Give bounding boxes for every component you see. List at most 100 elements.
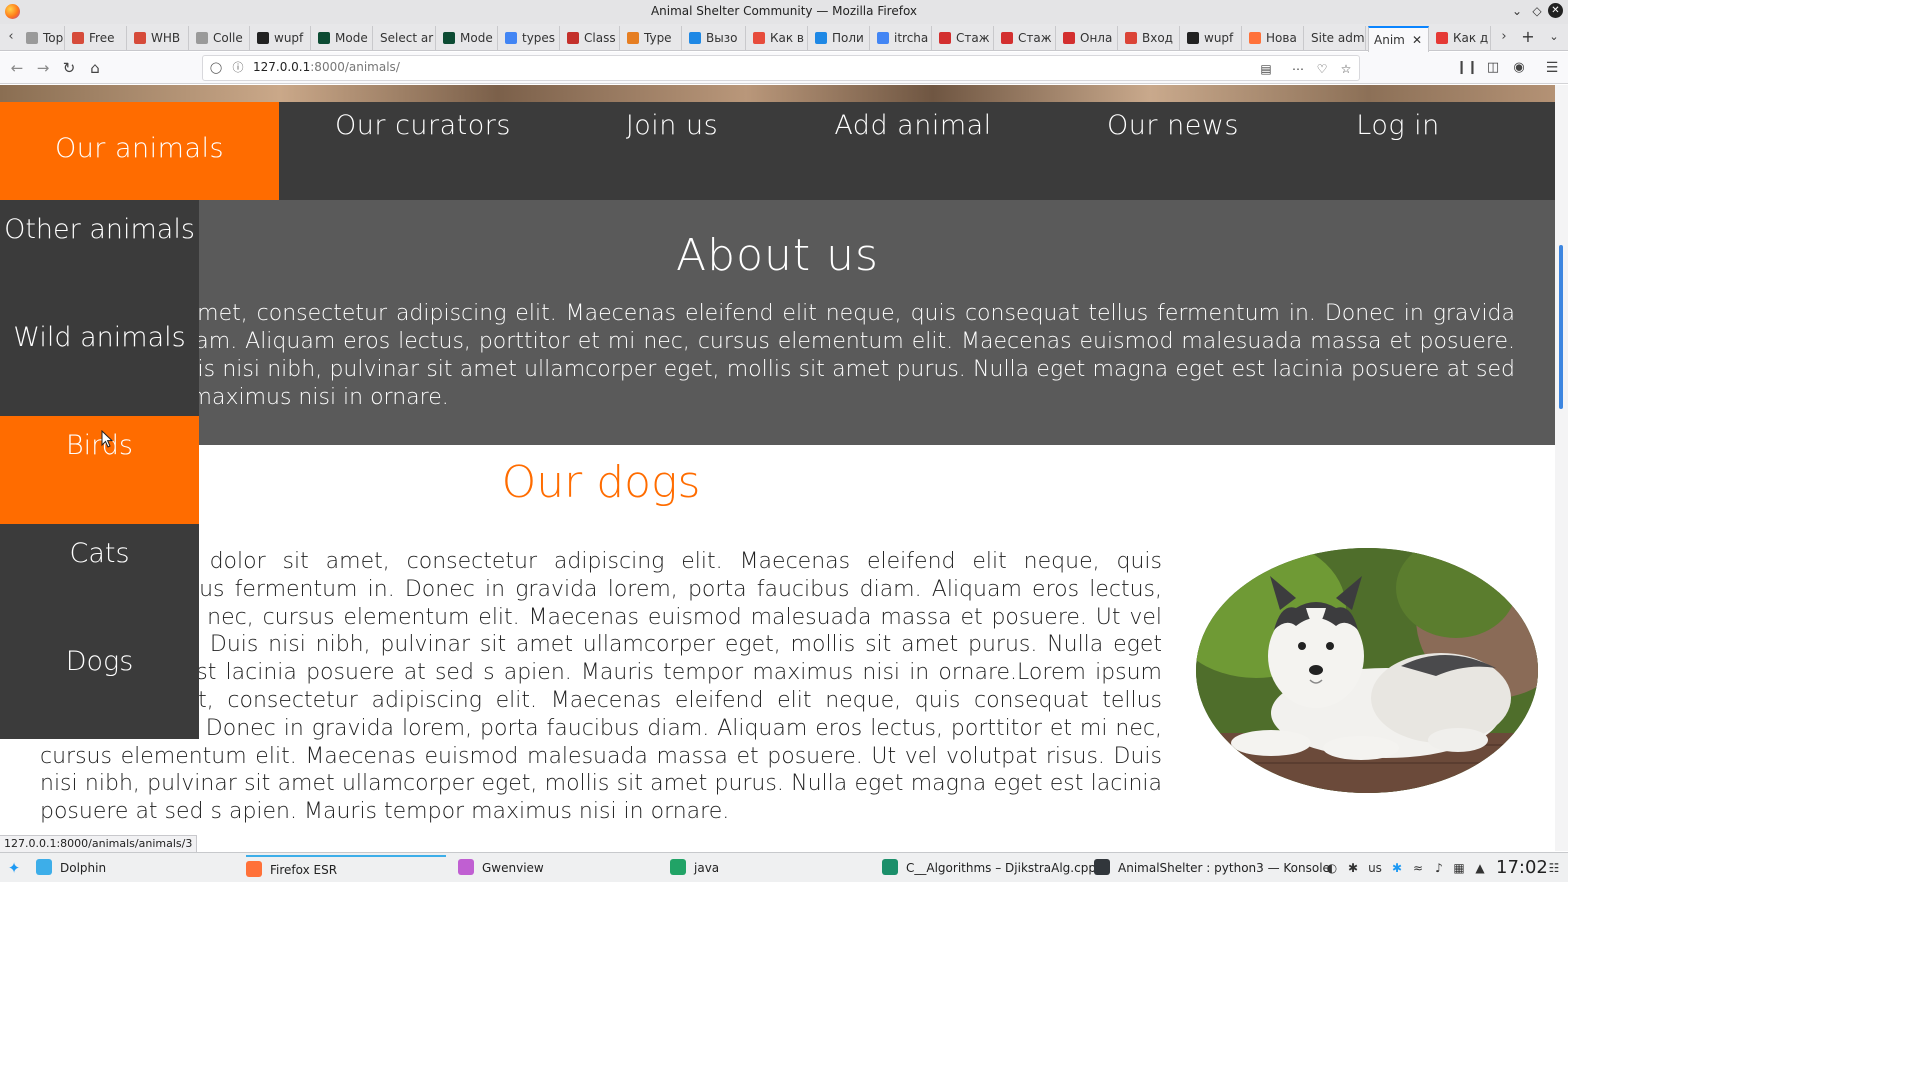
clipboard-tray-icon[interactable]: ▦ xyxy=(1452,859,1466,877)
show-desktop-icon[interactable]: ☷ xyxy=(1546,859,1562,877)
dropdown-item-wild-animals[interactable]: Wild animals xyxy=(0,308,199,416)
nav-log-in[interactable]: Log in xyxy=(1318,102,1478,200)
tab[interactable]: Free xyxy=(67,26,127,50)
nav-our-news-label: Our news xyxy=(1107,110,1239,141)
tab-favicon-icon xyxy=(318,32,330,44)
taskbar-task[interactable]: Firefox ESR xyxy=(246,855,446,881)
nav-our-news[interactable]: Our news xyxy=(1068,102,1278,200)
nav-our-curators-label: Our curators xyxy=(335,110,511,141)
tab[interactable]: Стаж xyxy=(934,26,994,50)
tab[interactable]: Select ar xyxy=(375,26,436,50)
tab[interactable]: Site adm xyxy=(1306,26,1366,50)
tab[interactable]: Mode xyxy=(438,26,498,50)
bookmark-star-icon[interactable]: ☆ xyxy=(1337,60,1355,78)
tab[interactable]: Нова xyxy=(1244,26,1304,50)
forward-icon[interactable]: → xyxy=(32,58,54,78)
tab-favicon-icon xyxy=(26,32,38,44)
window-close-icon[interactable]: ✕ xyxy=(1548,3,1563,18)
tab[interactable]: types xyxy=(500,26,560,50)
nav-join-us[interactable]: Join us xyxy=(572,102,772,200)
tab-close-icon[interactable]: ✕ xyxy=(1412,28,1422,52)
tab-label: wupf xyxy=(1204,31,1234,45)
tab[interactable]: Стаж xyxy=(996,26,1056,50)
page-scrollbar[interactable] xyxy=(1555,85,1568,851)
dropdown-item-other-animals[interactable]: Other animals xyxy=(0,200,199,308)
about-title: About us xyxy=(676,230,879,281)
tab-label: wupf xyxy=(274,31,304,45)
url-bar[interactable]: ◯ ⓘ 127.0.0.1:8000/animals/ ▤ ⋯ ♡ ☆ xyxy=(202,55,1360,81)
desktop-taskbar: ✦ Dolphin Firefox ESR Gwenview java C__Algor… xyxy=(0,852,1568,882)
tab[interactable]: Как в xyxy=(748,26,808,50)
volume-tray-icon[interactable]: ♪ xyxy=(1431,859,1447,877)
nav-join-us-label: Join us xyxy=(625,110,719,141)
tab-list-chevron-icon[interactable]: ⌄ xyxy=(1546,28,1562,46)
window-title: Animal Shelter Community — Mozilla Firef… xyxy=(650,4,918,18)
minimize-icon[interactable]: ⌄ xyxy=(1509,3,1525,19)
tab[interactable]: Как д xyxy=(1431,26,1491,50)
page-actions-icon[interactable]: ⋯ xyxy=(1289,60,1307,78)
clock[interactable]: 17:02 xyxy=(1496,856,1548,880)
pocket-icon[interactable]: ♡ xyxy=(1313,60,1331,78)
dogs-text: Lorem ipsum dolor sit amet, consectetur … xyxy=(40,549,1162,825)
application-launcher-icon[interactable]: ✦ xyxy=(4,859,24,877)
about-section: About us Lorem ipsum dolor sit amet, con… xyxy=(0,200,1555,445)
site-info-icon[interactable]: ⓘ xyxy=(231,61,245,75)
taskbar-task[interactable]: java xyxy=(670,855,870,881)
vpn-tray-icon[interactable]: ◐ xyxy=(1324,859,1340,877)
nav-add-animal[interactable]: Add animal xyxy=(808,102,1018,200)
tab[interactable]: Top a xyxy=(21,26,65,50)
tray-expand-icon[interactable]: ▲ xyxy=(1473,859,1487,877)
tab[interactable]: Поли xyxy=(810,26,870,50)
tab[interactable]: wupf xyxy=(1182,26,1242,50)
back-icon[interactable]: ← xyxy=(6,58,28,78)
nav-our-animals[interactable]: Our animals xyxy=(0,102,279,200)
home-icon[interactable]: ⌂ xyxy=(84,58,106,78)
taskbar-task[interactable]: Dolphin xyxy=(36,855,236,881)
tab[interactable]: WHB xyxy=(129,26,189,50)
dropdown-item-dogs[interactable]: Dogs xyxy=(0,632,199,740)
dropdown-item-label: Dogs xyxy=(65,646,134,677)
tab-label: Type xyxy=(644,31,672,45)
taskbar-task[interactable]: Gwenview xyxy=(458,855,658,881)
library-icon[interactable]: ❙❙ xyxy=(1456,58,1478,78)
bluetooth-tray-icon[interactable]: ✱ xyxy=(1346,859,1360,877)
sidebar-icon[interactable]: ◫ xyxy=(1482,58,1504,78)
tab[interactable]: itrcha xyxy=(872,26,932,50)
tracking-shield-icon[interactable]: ◯ xyxy=(209,61,223,75)
tab[interactable]: Вход xyxy=(1120,26,1180,50)
keyboard-layout[interactable]: us xyxy=(1366,859,1384,877)
tab[interactable]: Вызо xyxy=(684,26,746,50)
maximize-icon[interactable]: ◇ xyxy=(1529,3,1545,19)
wifi-tray-icon[interactable]: ≈ xyxy=(1410,859,1426,877)
tab[interactable]: Mode xyxy=(313,26,373,50)
new-tab-icon[interactable]: + xyxy=(1520,27,1536,47)
url-text[interactable]: 127.0.0.1:8000/animals/ xyxy=(253,60,400,74)
url-path: :8000/animals/ xyxy=(310,60,400,74)
tab-label: Как д xyxy=(1453,31,1489,45)
tab[interactable]: Class xyxy=(562,26,620,50)
scrollbar-thumb[interactable] xyxy=(1559,245,1563,409)
reader-view-icon[interactable]: ▤ xyxy=(1257,60,1275,78)
tab-label: Free xyxy=(89,31,115,45)
nav-log-in-label: Log in xyxy=(1356,110,1440,141)
account-icon[interactable]: ◉ xyxy=(1508,58,1530,78)
tab-favicon-icon xyxy=(689,32,701,44)
tab-favicon-icon xyxy=(134,32,146,44)
taskbar-task[interactable]: C__Algorithms – DjikstraAlg.cpp xyxy=(882,855,1096,881)
dropdown-item-birds[interactable]: Birds xyxy=(0,416,199,524)
tab[interactable]: Type xyxy=(622,26,682,50)
tab[interactable]: Онла xyxy=(1058,26,1118,50)
tab[interactable]: wupf xyxy=(252,26,311,50)
nav-our-curators[interactable]: Our curators xyxy=(298,102,548,200)
taskbar-task[interactable]: AnimalShelter : python3 — Konsole xyxy=(1094,855,1330,881)
reload-icon[interactable]: ↻ xyxy=(58,58,80,78)
tab-active[interactable]: Anim ✕ xyxy=(1368,26,1429,52)
tab-scroll-left-icon[interactable]: ‹ xyxy=(4,29,18,45)
bluetooth-status-icon[interactable]: ✱ xyxy=(1390,859,1404,877)
task-app-icon xyxy=(882,859,898,875)
tab-label: Class xyxy=(584,31,616,45)
tab-scroll-right-icon[interactable]: › xyxy=(1497,29,1511,45)
dropdown-item-cats[interactable]: Cats xyxy=(0,524,199,632)
menu-hamburger-icon[interactable]: ☰ xyxy=(1541,58,1563,78)
tab[interactable]: Colle xyxy=(191,26,250,50)
